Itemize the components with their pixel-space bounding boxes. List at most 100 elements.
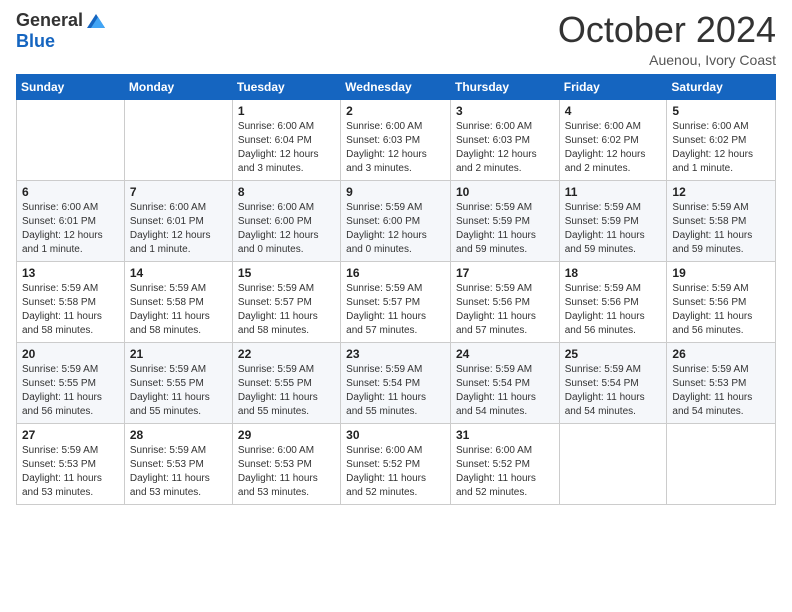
day-number: 4 — [565, 104, 662, 118]
table-row: 29 Sunrise: 6:00 AMSunset: 5:53 PMDayligh… — [232, 423, 340, 504]
day-number: 14 — [130, 266, 227, 280]
logo: General Blue — [16, 10, 107, 52]
day-number: 26 — [672, 347, 770, 361]
day-number: 11 — [565, 185, 662, 199]
day-info: Sunrise: 5:59 AMSunset: 5:53 PMDaylight:… — [130, 444, 227, 500]
day-number: 28 — [130, 428, 227, 442]
table-row: 28 Sunrise: 5:59 AMSunset: 5:53 PMDayligh… — [124, 423, 232, 504]
day-number: 25 — [565, 347, 662, 361]
day-number: 5 — [672, 104, 770, 118]
day-info: Sunrise: 6:00 AMSunset: 6:02 PMDaylight:… — [565, 120, 662, 176]
calendar-week-row: 6 Sunrise: 6:00 AMSunset: 6:01 PMDaylight… — [17, 180, 776, 261]
day-info: Sunrise: 6:00 AMSunset: 6:03 PMDaylight:… — [346, 120, 445, 176]
day-number: 12 — [672, 185, 770, 199]
day-info: Sunrise: 6:00 AMSunset: 6:01 PMDaylight:… — [130, 201, 227, 257]
table-row: 16 Sunrise: 5:59 AMSunset: 5:57 PMDayligh… — [341, 261, 451, 342]
calendar-week-row: 1 Sunrise: 6:00 AMSunset: 6:04 PMDaylight… — [17, 99, 776, 180]
day-info: Sunrise: 5:59 AMSunset: 5:59 PMDaylight:… — [456, 201, 554, 257]
day-info: Sunrise: 6:00 AMSunset: 5:52 PMDaylight:… — [456, 444, 554, 500]
day-info: Sunrise: 6:00 AMSunset: 6:04 PMDaylight:… — [238, 120, 335, 176]
day-number: 31 — [456, 428, 554, 442]
day-info: Sunrise: 6:00 AMSunset: 6:01 PMDaylight:… — [22, 201, 119, 257]
day-info: Sunrise: 5:59 AMSunset: 5:58 PMDaylight:… — [672, 201, 770, 257]
day-info: Sunrise: 6:00 AMSunset: 5:52 PMDaylight:… — [346, 444, 445, 500]
day-info: Sunrise: 5:59 AMSunset: 5:58 PMDaylight:… — [130, 282, 227, 338]
table-row — [559, 423, 667, 504]
logo-blue-text: Blue — [16, 31, 55, 51]
calendar-week-row: 20 Sunrise: 5:59 AMSunset: 5:55 PMDayligh… — [17, 342, 776, 423]
calendar-week-row: 27 Sunrise: 5:59 AMSunset: 5:53 PMDayligh… — [17, 423, 776, 504]
day-info: Sunrise: 5:59 AMSunset: 5:53 PMDaylight:… — [672, 363, 770, 419]
table-row: 12 Sunrise: 5:59 AMSunset: 5:58 PMDayligh… — [667, 180, 776, 261]
day-info: Sunrise: 5:59 AMSunset: 5:58 PMDaylight:… — [22, 282, 119, 338]
day-info: Sunrise: 5:59 AMSunset: 5:56 PMDaylight:… — [672, 282, 770, 338]
location: Auenou, Ivory Coast — [558, 52, 776, 68]
day-number: 18 — [565, 266, 662, 280]
table-row: 26 Sunrise: 5:59 AMSunset: 5:53 PMDayligh… — [667, 342, 776, 423]
table-row: 21 Sunrise: 5:59 AMSunset: 5:55 PMDayligh… — [124, 342, 232, 423]
table-row: 4 Sunrise: 6:00 AMSunset: 6:02 PMDaylight… — [559, 99, 667, 180]
day-number: 7 — [130, 185, 227, 199]
day-info: Sunrise: 5:59 AMSunset: 5:55 PMDaylight:… — [130, 363, 227, 419]
day-number: 24 — [456, 347, 554, 361]
table-row: 5Sunrise: 6:00 AMSunset: 6:02 PMDaylight… — [667, 99, 776, 180]
table-row: 1 Sunrise: 6:00 AMSunset: 6:04 PMDaylight… — [232, 99, 340, 180]
day-number: 22 — [238, 347, 335, 361]
day-number: 30 — [346, 428, 445, 442]
calendar-header-row: Sunday Monday Tuesday Wednesday Thursday… — [17, 74, 776, 99]
title-block: October 2024 Auenou, Ivory Coast — [558, 10, 776, 68]
day-number: 20 — [22, 347, 119, 361]
day-number: 27 — [22, 428, 119, 442]
col-wednesday: Wednesday — [341, 74, 451, 99]
col-saturday: Saturday — [667, 74, 776, 99]
day-info: Sunrise: 5:59 AMSunset: 5:56 PMDaylight:… — [565, 282, 662, 338]
calendar-week-row: 13 Sunrise: 5:59 AMSunset: 5:58 PMDayligh… — [17, 261, 776, 342]
col-thursday: Thursday — [450, 74, 559, 99]
page: General Blue October 2024 Auenou, Ivory … — [0, 0, 792, 612]
table-row: 22 Sunrise: 5:59 AMSunset: 5:55 PMDayligh… — [232, 342, 340, 423]
day-number: 19 — [672, 266, 770, 280]
logo-icon — [85, 10, 107, 32]
table-row: 23Sunrise: 5:59 AMSunset: 5:54 PMDayligh… — [341, 342, 451, 423]
day-number: 29 — [238, 428, 335, 442]
day-info: Sunrise: 6:00 AMSunset: 5:53 PMDaylight:… — [238, 444, 335, 500]
day-number: 6 — [22, 185, 119, 199]
day-info: Sunrise: 5:59 AMSunset: 6:00 PMDaylight:… — [346, 201, 445, 257]
day-info: Sunrise: 5:59 AMSunset: 5:57 PMDaylight:… — [346, 282, 445, 338]
table-row: 15Sunrise: 5:59 AMSunset: 5:57 PMDayligh… — [232, 261, 340, 342]
table-row — [667, 423, 776, 504]
table-row: 13 Sunrise: 5:59 AMSunset: 5:58 PMDayligh… — [17, 261, 125, 342]
table-row: 2Sunrise: 6:00 AMSunset: 6:03 PMDaylight… — [341, 99, 451, 180]
day-info: Sunrise: 5:59 AMSunset: 5:59 PMDaylight:… — [565, 201, 662, 257]
day-info: Sunrise: 5:59 AMSunset: 5:56 PMDaylight:… — [456, 282, 554, 338]
calendar-table: Sunday Monday Tuesday Wednesday Thursday… — [16, 74, 776, 505]
day-number: 17 — [456, 266, 554, 280]
day-number: 13 — [22, 266, 119, 280]
col-friday: Friday — [559, 74, 667, 99]
table-row — [124, 99, 232, 180]
day-number: 1 — [238, 104, 335, 118]
table-row: 10Sunrise: 5:59 AMSunset: 5:59 PMDayligh… — [450, 180, 559, 261]
day-info: Sunrise: 5:59 AMSunset: 5:55 PMDaylight:… — [238, 363, 335, 419]
table-row: 27Sunrise: 5:59 AMSunset: 5:53 PMDayligh… — [17, 423, 125, 504]
col-monday: Monday — [124, 74, 232, 99]
table-row: 11 Sunrise: 5:59 AMSunset: 5:59 PMDayligh… — [559, 180, 667, 261]
table-row: 17 Sunrise: 5:59 AMSunset: 5:56 PMDayligh… — [450, 261, 559, 342]
table-row: 25 Sunrise: 5:59 AMSunset: 5:54 PMDayligh… — [559, 342, 667, 423]
table-row: 8 Sunrise: 6:00 AMSunset: 6:00 PMDaylight… — [232, 180, 340, 261]
col-tuesday: Tuesday — [232, 74, 340, 99]
day-number: 16 — [346, 266, 445, 280]
day-number: 3 — [456, 104, 554, 118]
table-row: 31 Sunrise: 6:00 AMSunset: 5:52 PMDayligh… — [450, 423, 559, 504]
day-info: Sunrise: 5:59 AMSunset: 5:55 PMDaylight:… — [22, 363, 119, 419]
day-number: 8 — [238, 185, 335, 199]
day-number: 9 — [346, 185, 445, 199]
day-info: Sunrise: 5:59 AMSunset: 5:54 PMDaylight:… — [346, 363, 445, 419]
table-row: 18 Sunrise: 5:59 AMSunset: 5:56 PMDayligh… — [559, 261, 667, 342]
table-row — [17, 99, 125, 180]
table-row: 30 Sunrise: 6:00 AMSunset: 5:52 PMDayligh… — [341, 423, 451, 504]
day-number: 21 — [130, 347, 227, 361]
day-info: Sunrise: 5:59 AMSunset: 5:54 PMDaylight:… — [565, 363, 662, 419]
day-info: Sunrise: 5:59 AMSunset: 5:57 PMDaylight:… — [238, 282, 335, 338]
day-info: Sunrise: 6:00 AMSunset: 6:00 PMDaylight:… — [238, 201, 335, 257]
